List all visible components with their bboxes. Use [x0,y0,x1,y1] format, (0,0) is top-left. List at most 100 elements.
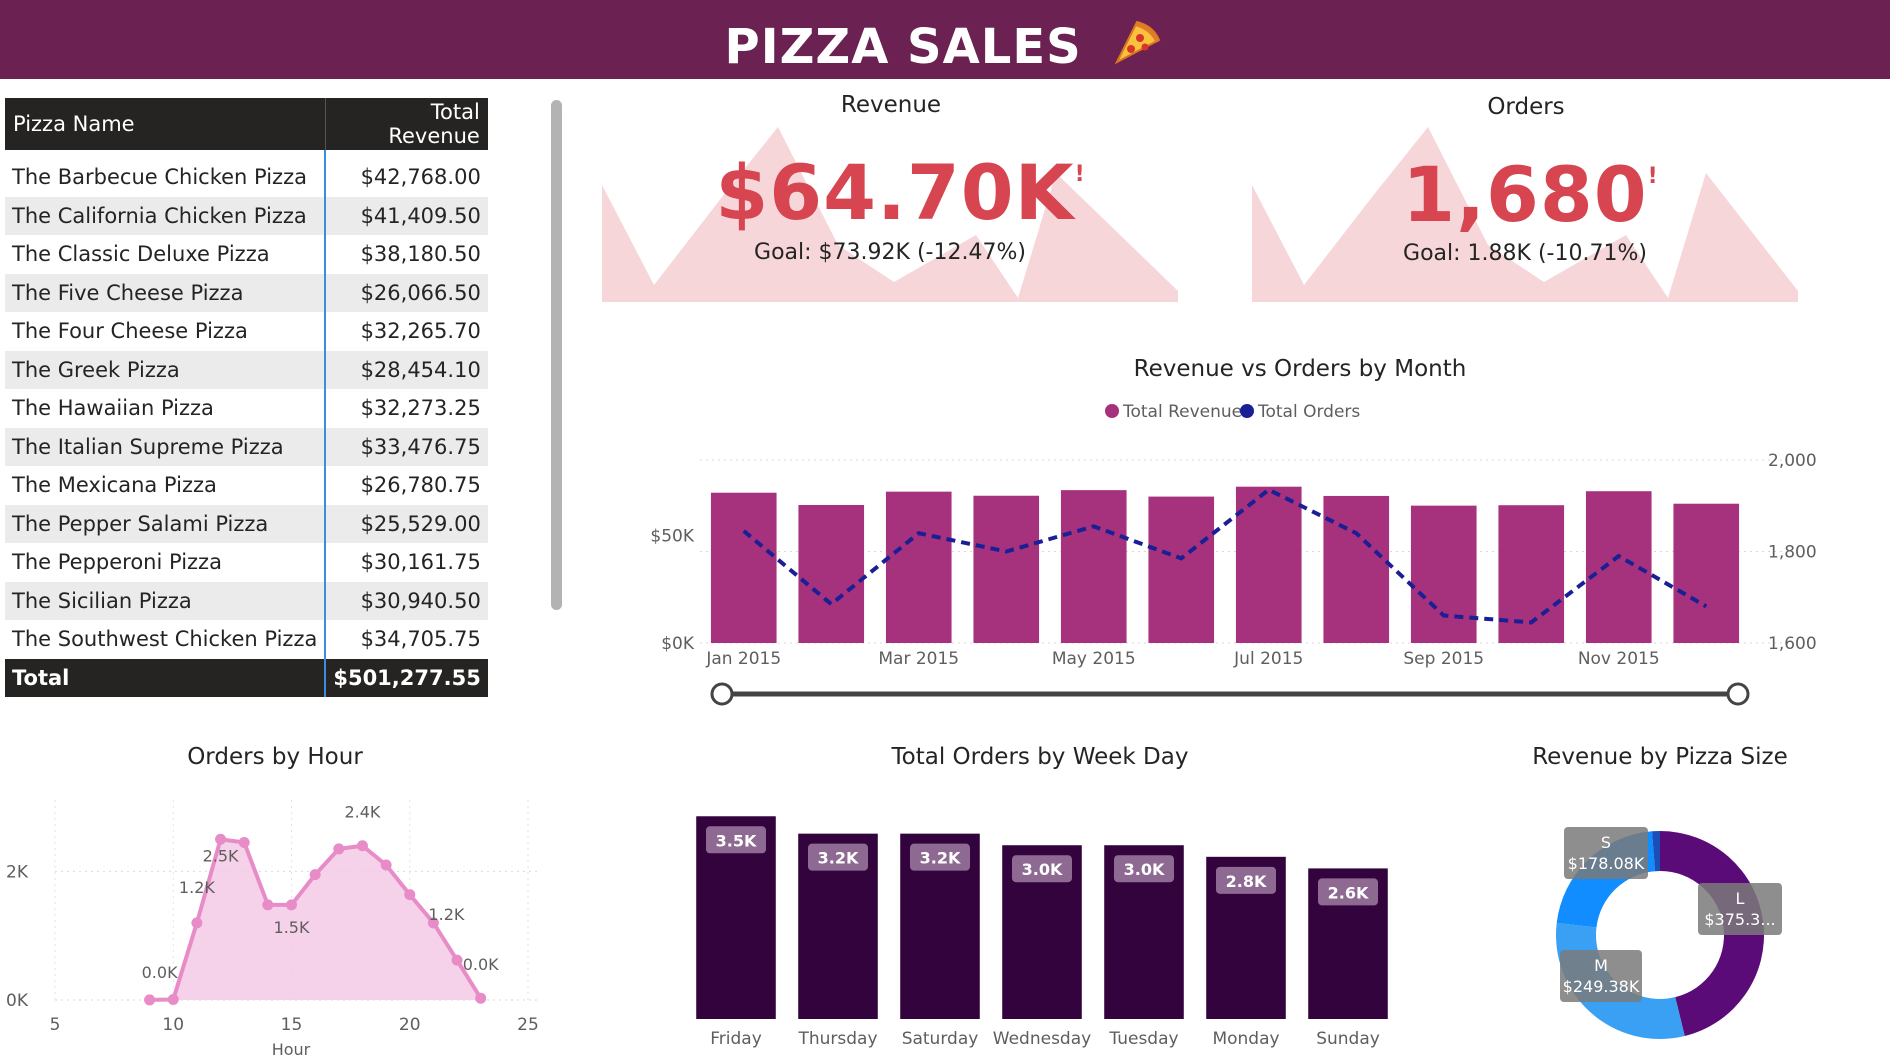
table-row[interactable]: The Pepper Salami Pizza $25,529.00 [5,504,488,543]
donut-value-label: $249.38K [1563,977,1640,996]
hour-point [356,840,368,852]
total-revenue-cell: $32,265.70 [324,312,488,351]
monthly-revenue-orders-chart: Total Revenue Total Orders $0K $50K 1,600 1,8… [650,402,1817,706]
total-revenue-cell: $33,476.75 [324,427,488,466]
pizza-name-cell: The Barbecue Chicken Pizza [12,165,307,190]
weekday-category-label: Thursday [797,1029,877,1049]
weekday-category-label: Tuesday [1108,1029,1178,1049]
x-tick-label: Jan 2015 [705,649,781,669]
hour-point [191,917,203,929]
legend-orders-marker [1240,404,1254,418]
weekday-category-label: Monday [1212,1029,1279,1049]
table-row[interactable]: The Barbecue Chicken Pizza $42,768.00 [5,150,488,197]
weekday-data-label: 3.0K [1022,860,1063,879]
table-row[interactable]: The Five Cheese Pizza $26,066.50 [5,273,488,312]
table-scrollbar[interactable] [551,100,562,610]
hour-point [167,993,179,1005]
pizza-name-cell: The Mexicana Pizza [12,473,217,498]
donut-size-label: M [1594,956,1608,975]
revenue-bar [710,492,777,643]
size-chart-title: Revenue by Pizza Size [1532,744,1788,770]
total-label-cell: Total [5,658,326,697]
pizza-name-cell: The Sicilian Pizza [5,581,326,620]
donut-value-label: $375.3... [1704,910,1775,929]
legend-orders-label: Total Orders [1257,402,1360,422]
table-row[interactable]: The Mexicana Pizza $26,780.75 [5,466,488,505]
donut-value-label: $178.08K [1568,854,1645,873]
y-right-tick: 1,600 [1768,634,1817,654]
revenue-bar [798,504,865,643]
page-title-container: PIZZA SALES [0,0,1890,79]
column-header-pizza-name[interactable]: Pizza Name [5,98,326,150]
hour-data-label: 1.5K [274,918,310,937]
table-row[interactable]: The Hawaiian Pizza $32,273.25 [5,389,488,428]
hour-point [238,837,250,848]
total-revenue-cell: $38,180.50 [324,235,488,274]
orders-by-hour-chart: 0K 2K 5 10 15 20 25 Hour 0.0K 1.2K 2.5K 1.5K 2.4K 1.2… [6,800,539,1059]
orders-kpi-value: 1,680 [1402,150,1648,239]
pizza-name-cell: The Greek Pizza [5,350,326,389]
table-row[interactable]: The Sicilian Pizza $30,940.50 [5,581,488,620]
hour-point [451,954,463,966]
revenue-bar [1235,486,1302,643]
total-revenue-cell: $30,940.50 [324,581,488,620]
hour-data-label: 1.2K [179,878,215,897]
legend-revenue-label: Total Revenue [1122,402,1242,422]
weekday-data-label: 3.2K [920,849,961,868]
pizza-name-cell: The Southwest Chicken Pizza [12,627,318,652]
revenue-bar [1148,496,1215,643]
pizza-name-cell: The Classic Deluxe Pizza [12,242,270,267]
pizza-revenue-table: Pizza Name Total Revenue The Barbecue Ch… [5,98,488,697]
y-tick-label: 0K [6,991,29,1011]
slider-end-handle[interactable] [1726,682,1750,706]
table-row[interactable]: The Pepperoni Pizza $30,161.75 [5,543,488,582]
x-tick-label: May 2015 [1052,649,1136,669]
hour-data-label: 2.4K [344,803,380,822]
table-row[interactable]: The Italian Supreme Pizza $33,476.75 [5,427,488,466]
pizza-icon [1107,14,1165,72]
weekday-chart-title: Total Orders by Week Day [891,744,1189,770]
weekday-data-label: 2.8K [1226,872,1267,891]
revenue-bar [1323,495,1390,643]
orders-kpi-value-wrap: 1,680! [1330,150,1730,239]
total-revenue-cell: $42,768.00 [324,150,488,197]
pizza-name-cell: The Pepperoni Pizza [12,550,222,575]
table-row[interactable]: The Greek Pizza $28,454.10 [5,350,488,389]
weekday-category-label: Sunday [1316,1029,1380,1049]
hour-chart-title: Orders by Hour [187,744,363,770]
hour-point [286,899,297,911]
weekday-data-label: 3.5K [716,831,757,850]
y-right-tick: 2,000 [1768,451,1817,471]
revenue-by-size-donut: L $375.3... M $249.38K S $178.08K [1556,827,1782,1039]
total-revenue-cell: $41,409.50 [324,196,488,235]
weekday-data-label: 2.6K [1328,883,1369,902]
table-row[interactable]: The Four Cheese Pizza $32,265.70 [5,312,488,351]
column-header-total-revenue[interactable]: Total Revenue [324,98,488,150]
donut-size-label: S [1601,833,1611,852]
monthly-chart-title: Revenue vs Orders by Month [1133,356,1467,382]
revenue-bar [1410,505,1477,643]
legend-revenue-marker [1105,404,1119,418]
table-row[interactable]: The Southwest Chicken Pizza $34,705.75 [5,620,488,659]
total-revenue-cell: $32,273.25 [324,389,488,428]
orders-by-weekday-chart: 3.5K Friday 3.2K Thursday 3.2K Saturday 3.0K We… [696,816,1388,1049]
x-tick-label: Nov 2015 [1578,649,1660,669]
orders-kpi-title: Orders [1487,94,1565,120]
y-right-tick: 1,800 [1768,543,1817,563]
weekday-category-label: Saturday [902,1029,979,1049]
revenue-bar [1673,503,1740,643]
x-axis-title: Hour [272,1040,311,1059]
slider-start-handle[interactable] [710,682,734,706]
hour-point [404,889,416,901]
revenue-kpi-value: $64.70K [715,148,1075,237]
pizza-name-cell: The Four Cheese Pizza [12,319,248,344]
y-left-tick: $0K [661,634,695,654]
hour-data-label: 0.0K [142,963,178,982]
x-tick-label: Jul 2015 [1233,649,1303,669]
x-tick-label: 5 [50,1015,61,1035]
pizza-name-cell: The California Chicken Pizza [5,196,326,235]
table-row[interactable]: The Classic Deluxe Pizza $38,180.50 [5,235,488,274]
table-row[interactable]: The California Chicken Pizza $41,409.50 [5,196,488,235]
revenue-kpi-value-wrap: $64.70K! [700,148,1100,237]
revenue-kpi-goal: Goal: $73.92K (-12.47%) [754,240,1026,265]
